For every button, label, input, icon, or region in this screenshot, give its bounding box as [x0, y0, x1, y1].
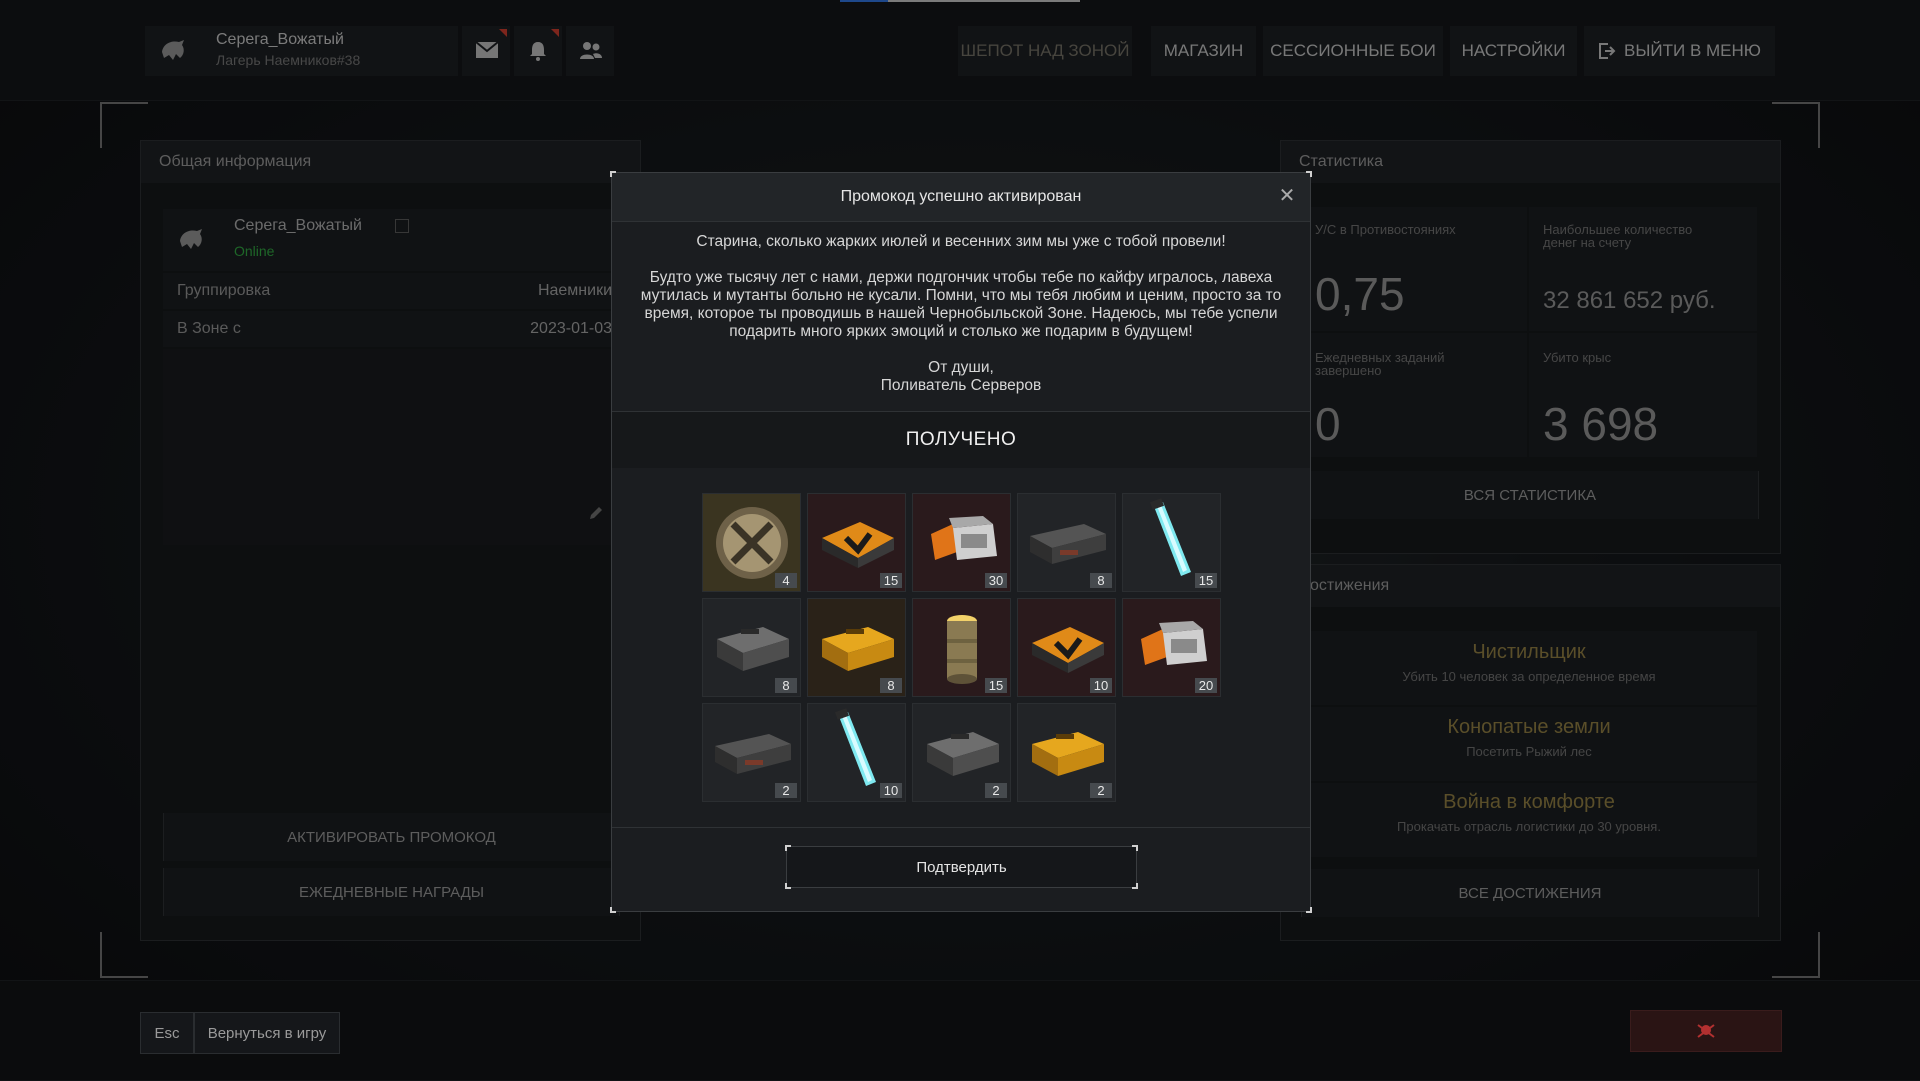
- item-count: 15: [1195, 573, 1217, 588]
- message-sign-line: От души,: [928, 359, 994, 376]
- button-corner: [1132, 883, 1138, 889]
- item-count: 2: [985, 783, 1007, 798]
- modal-message: Старина, сколько жарких июлей и весенних…: [626, 233, 1296, 395]
- skull-icon: [1697, 1024, 1715, 1038]
- item-count: 8: [1090, 573, 1112, 588]
- modal-title: Промокод успешно активирован: [840, 188, 1082, 205]
- message-signature: Поливатель Серверов: [880, 377, 1042, 394]
- return-to-game-button[interactable]: Вернуться в игру: [194, 1012, 340, 1054]
- message-body: Будто уже тысячу лет с нами, держи подго…: [640, 269, 1282, 340]
- button-corner: [785, 845, 791, 851]
- promo-success-modal: Промокод успешно активирован ✕ Старина, …: [610, 171, 1312, 913]
- reward-item-slot[interactable]: 8: [807, 598, 906, 697]
- item-count: 2: [775, 783, 797, 798]
- item-count: 2: [1090, 783, 1112, 798]
- button-label: Вернуться в игру: [207, 1024, 327, 1042]
- reward-item-slot[interactable]: 8: [1017, 493, 1116, 592]
- reward-item-slot[interactable]: 2: [702, 703, 801, 802]
- modal-corner: [610, 907, 616, 913]
- reward-item-slot[interactable]: 15: [807, 493, 906, 592]
- reward-item-slot[interactable]: 4: [702, 493, 801, 592]
- item-count: 15: [985, 678, 1007, 693]
- reward-item-slot[interactable]: 2: [1017, 703, 1116, 802]
- confirm-button[interactable]: Подтвердить: [785, 845, 1138, 889]
- button-corner: [785, 883, 791, 889]
- divider: [612, 827, 1310, 828]
- close-icon[interactable]: ✕: [1276, 185, 1298, 207]
- danger-button[interactable]: [1630, 1010, 1782, 1052]
- reward-item-slot[interactable]: 30: [912, 493, 1011, 592]
- item-count: 10: [1090, 678, 1112, 693]
- item-count: 20: [1195, 678, 1217, 693]
- reward-item-slot[interactable]: 20: [1122, 598, 1221, 697]
- reward-item-slot[interactable]: 2: [912, 703, 1011, 802]
- reward-item-slot[interactable]: 10: [1017, 598, 1116, 697]
- button-label: Подтвердить: [916, 858, 1007, 876]
- reward-item-slot[interactable]: 15: [912, 598, 1011, 697]
- modal-corner: [1306, 907, 1312, 913]
- item-count: 8: [775, 678, 797, 693]
- received-header: ПОЛУЧЕНО: [612, 411, 1310, 468]
- reward-item-slot[interactable]: 8: [702, 598, 801, 697]
- button-corner: [1132, 845, 1138, 851]
- reward-item-slot[interactable]: 15: [1122, 493, 1221, 592]
- message-greeting: Старина, сколько жарких июлей и весенних…: [696, 233, 1226, 250]
- modal-header: Промокод успешно активирован ✕: [612, 173, 1310, 222]
- item-count: 8: [880, 678, 902, 693]
- item-count: 10: [880, 783, 902, 798]
- item-count: 30: [985, 573, 1007, 588]
- item-count: 15: [880, 573, 902, 588]
- reward-item-slot[interactable]: 10: [807, 703, 906, 802]
- item-count: 4: [775, 573, 797, 588]
- esc-key-hint[interactable]: Esc: [140, 1012, 194, 1054]
- received-label: ПОЛУЧЕНО: [905, 429, 1017, 450]
- key-label: Esc: [154, 1024, 180, 1042]
